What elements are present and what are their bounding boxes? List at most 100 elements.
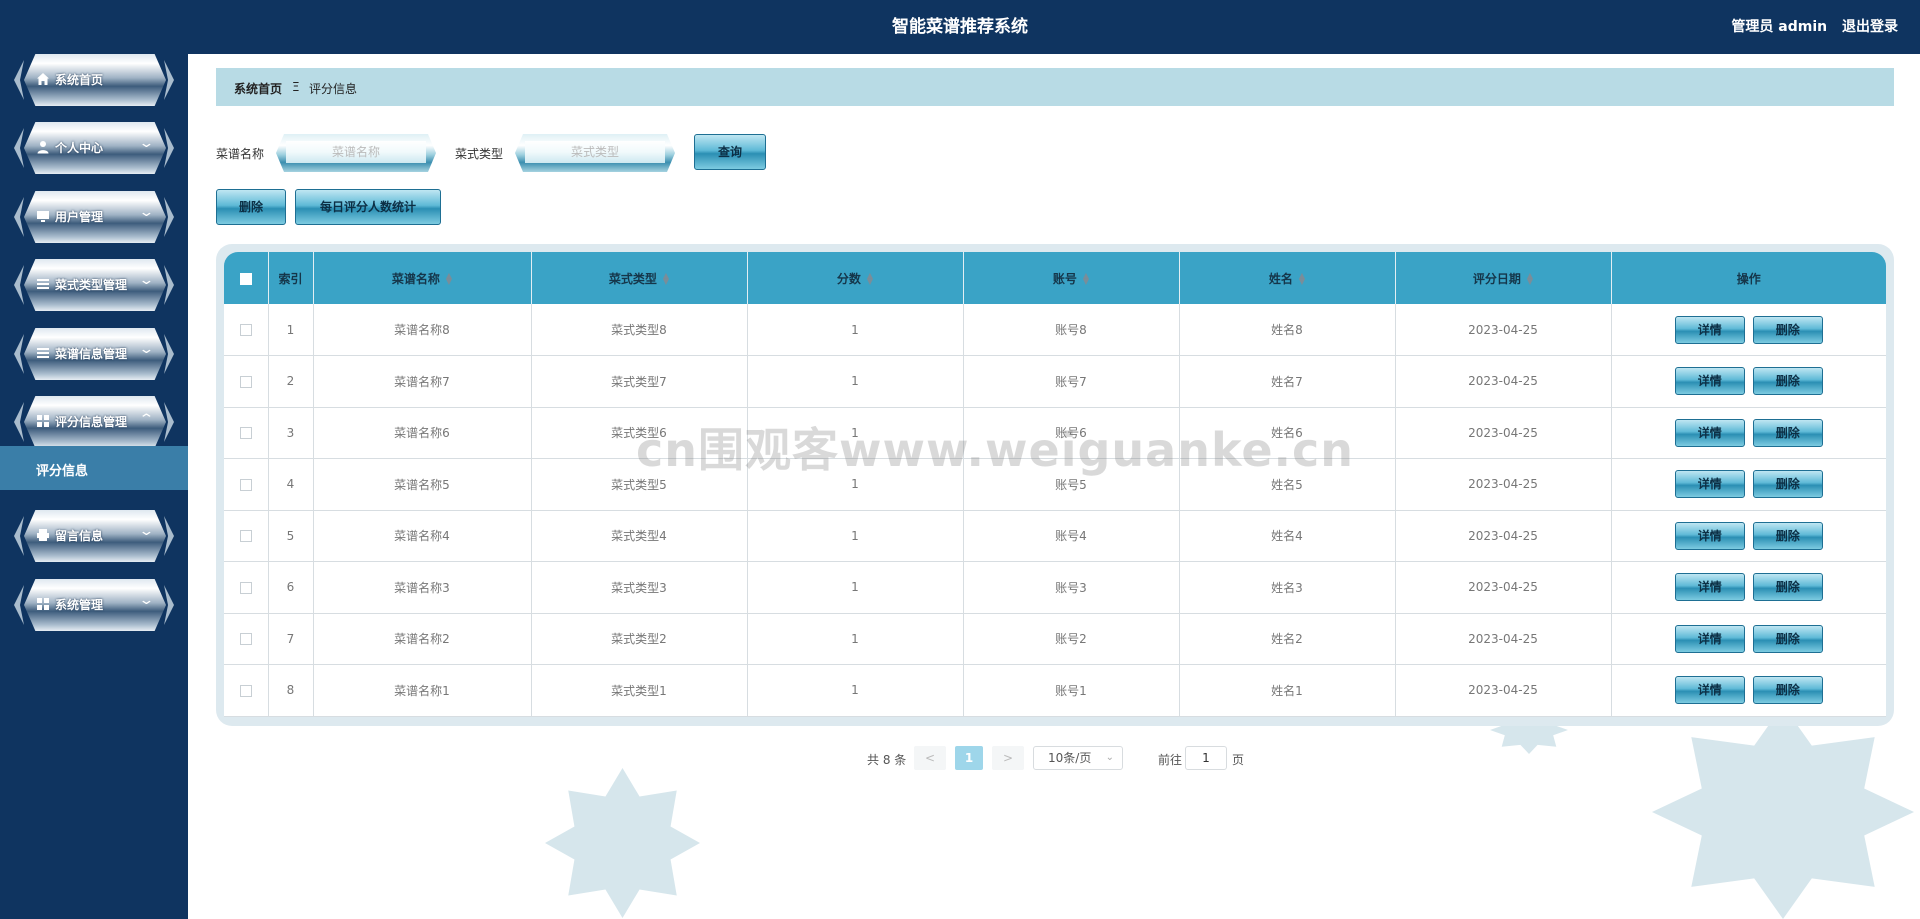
logout-button[interactable]: 退出登录: [1842, 19, 1898, 35]
goto-page-input[interactable]: [1185, 746, 1227, 770]
cell-recipe-name: 菜谱名称7: [313, 355, 532, 408]
sort-icon[interactable]: ▲ ▼: [867, 272, 873, 286]
prev-page-button[interactable]: <: [914, 746, 946, 770]
row-delete-button[interactable]: 删除: [1752, 418, 1823, 447]
cell-actions: 详情 删除: [1611, 561, 1886, 614]
nav-edge: [14, 402, 24, 442]
cell-name: 姓名5: [1179, 458, 1396, 511]
column-header-score[interactable]: 分数 ▲ ▼: [747, 252, 964, 304]
page-size-select[interactable]: 10条/页 ⌄: [1033, 746, 1123, 770]
row-checkbox[interactable]: [239, 478, 252, 491]
sort-icon[interactable]: ▲ ▼: [663, 272, 669, 286]
cell-index: 3: [268, 407, 314, 459]
detail-button[interactable]: 详情: [1674, 676, 1745, 705]
table-row: 3 菜谱名称6 菜式类型6 1 账号6 姓名6 2023-04-25 详情 删除: [224, 407, 1886, 459]
row-checkbox[interactable]: [239, 633, 252, 646]
row-checkbox[interactable]: [239, 375, 252, 388]
sidebar-item-label: 菜式类型管理: [55, 278, 128, 292]
detail-button[interactable]: 详情: [1674, 573, 1745, 602]
row-delete-button[interactable]: 删除: [1752, 573, 1823, 602]
sidebar: 系统首页 个人中心 ⌄ 用户管理 ⌄ 菜式类型管理 ⌄ 菜谱信息管理 ⌄ 评分信…: [0, 54, 188, 919]
sort-icon[interactable]: ▲ ▼: [1527, 272, 1533, 286]
recipe-name-input[interactable]: [286, 141, 426, 163]
row-delete-button[interactable]: 删除: [1752, 676, 1823, 705]
daily-rating-stats-button[interactable]: 每日评分人数统计: [295, 189, 441, 225]
sort-icon[interactable]: ▲ ▼: [446, 272, 452, 286]
cell-name: 姓名8: [1179, 304, 1396, 356]
detail-button[interactable]: 详情: [1674, 470, 1745, 499]
chevron-down-icon: ⌄: [138, 205, 155, 220]
column-header-account[interactable]: 账号 ▲ ▼: [963, 252, 1180, 304]
cell-rating-date: 2023-04-25: [1395, 458, 1612, 511]
table-row: 5 菜谱名称4 菜式类型4 1 账号4 姓名4 2023-04-25 详情 删除: [224, 510, 1886, 562]
sort-icon[interactable]: ▲ ▼: [1083, 272, 1089, 286]
row-select-cell: [224, 510, 269, 562]
column-header-dish-type[interactable]: 菜式类型 ▲ ▼: [531, 252, 748, 304]
cell-recipe-name: 菜谱名称1: [313, 664, 532, 717]
cell-account: 账号6: [963, 407, 1180, 459]
rating-table-container: 索引 菜谱名称 ▲ ▼ 菜式类型 ▲ ▼ 分数 ▲ ▼ 账号 ▲ ▼ 姓名 ▲ ▼ 评分日期 ▲ ▼ 操…: [216, 244, 1894, 726]
sidebar-subitem-rating-info[interactable]: 评分信息: [0, 446, 188, 490]
sidebar-item-rating-management[interactable]: 评分信息管理 ⌃: [14, 396, 174, 448]
cell-name: 姓名3: [1179, 561, 1396, 614]
dish-type-input[interactable]: [525, 141, 665, 163]
sort-icon[interactable]: ▲ ▼: [1299, 272, 1305, 286]
detail-button[interactable]: 详情: [1674, 624, 1745, 653]
row-checkbox[interactable]: [239, 530, 252, 543]
sidebar-item-recipe-management[interactable]: 菜谱信息管理 ⌄: [14, 328, 174, 380]
admin-user-label: 管理员 admin: [1731, 19, 1828, 35]
cell-rating-date: 2023-04-25: [1395, 304, 1612, 356]
sidebar-item-system-management[interactable]: 系统管理 ⌄: [14, 579, 174, 631]
row-checkbox[interactable]: [239, 684, 252, 697]
next-page-button[interactable]: >: [992, 746, 1024, 770]
row-delete-button[interactable]: 删除: [1752, 521, 1823, 550]
cell-rating-date: 2023-04-25: [1395, 407, 1612, 459]
select-all-checkbox[interactable]: [239, 272, 252, 285]
sidebar-item-messages[interactable]: 留言信息 ⌄: [14, 510, 174, 562]
column-header-name[interactable]: 姓名 ▲ ▼: [1179, 252, 1396, 304]
page-number-button[interactable]: 1: [955, 746, 983, 770]
query-button[interactable]: 查询: [694, 134, 766, 170]
row-delete-button[interactable]: 删除: [1752, 624, 1823, 653]
cell-index: 5: [268, 510, 314, 562]
sidebar-item-user-management[interactable]: 用户管理 ⌄: [14, 191, 174, 243]
batch-delete-button[interactable]: 删除: [216, 189, 286, 225]
sidebar-subitem-label: 评分信息: [36, 464, 89, 479]
row-checkbox[interactable]: [239, 427, 252, 440]
column-header-rating-date[interactable]: 评分日期 ▲ ▼: [1395, 252, 1612, 304]
sidebar-item-home[interactable]: 系统首页: [14, 54, 174, 106]
column-header-label: 账号: [1052, 271, 1077, 286]
row-checkbox[interactable]: [239, 324, 252, 336]
row-delete-button[interactable]: 删除: [1752, 367, 1823, 396]
row-select-cell: [224, 613, 269, 665]
table-row: 8 菜谱名称1 菜式类型1 1 账号1 姓名1 2023-04-25 详情 删除: [224, 664, 1886, 717]
row-delete-button[interactable]: 删除: [1752, 470, 1823, 499]
sidebar-item-label: 个人中心: [55, 141, 104, 155]
row-delete-button[interactable]: 删除: [1752, 315, 1823, 344]
cell-actions: 详情 删除: [1611, 304, 1886, 356]
table-header-row: 索引 菜谱名称 ▲ ▼ 菜式类型 ▲ ▼ 分数 ▲ ▼ 账号 ▲ ▼ 姓名 ▲ ▼ 评分日期 ▲ ▼ 操…: [224, 252, 1886, 304]
cell-score: 1: [747, 613, 964, 665]
detail-button[interactable]: 详情: [1674, 521, 1745, 550]
column-header-actions: 操作: [1611, 252, 1886, 304]
monitor-icon: [37, 211, 49, 222]
detail-button[interactable]: 详情: [1674, 367, 1745, 396]
sidebar-item-dish-type-management[interactable]: 菜式类型管理 ⌄: [14, 259, 174, 311]
cell-index: 1: [268, 304, 314, 356]
row-select-cell: [224, 561, 269, 614]
printer-icon: [37, 529, 49, 541]
column-header-label: 分数: [836, 271, 861, 286]
column-header-recipe-name[interactable]: 菜谱名称 ▲ ▼: [313, 252, 532, 304]
detail-button[interactable]: 详情: [1674, 418, 1745, 447]
nav-edge: [14, 128, 24, 168]
chevron-up-icon: ⌃: [138, 412, 155, 427]
detail-button[interactable]: 详情: [1674, 315, 1745, 344]
cell-index: 7: [268, 613, 314, 665]
nav-edge: [14, 265, 24, 305]
row-checkbox[interactable]: [239, 581, 252, 594]
breadcrumb-home[interactable]: 系统首页: [234, 80, 282, 97]
sidebar-item-personal-center[interactable]: 个人中心 ⌄: [14, 122, 174, 174]
sidebar-item-label: 系统首页: [55, 73, 104, 87]
cell-dish-type: 菜式类型3: [531, 561, 748, 614]
cell-score: 1: [747, 561, 964, 614]
